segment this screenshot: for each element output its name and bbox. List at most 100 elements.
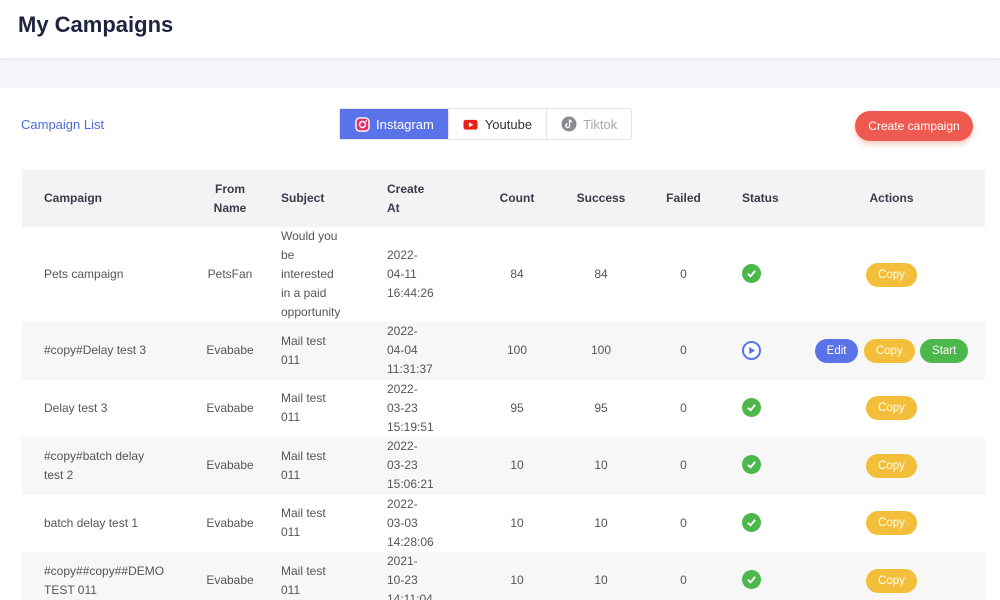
cell-actions: Copy bbox=[798, 437, 985, 495]
check-circle-icon bbox=[742, 264, 761, 283]
campaigns-table: Campaign From Name Subject Create At Cou… bbox=[22, 170, 985, 600]
cell-success: 10 bbox=[594, 458, 608, 473]
date-line: 04-04 bbox=[387, 343, 418, 358]
cell-from: Evababe bbox=[206, 573, 254, 588]
tab-youtube[interactable]: Youtube bbox=[448, 109, 548, 139]
date-line: 15:06:21 bbox=[387, 477, 434, 492]
date-line: 2022- bbox=[387, 439, 418, 454]
cell-campaign: batch delay test 1 bbox=[22, 495, 185, 553]
cell-count: 84 bbox=[510, 267, 524, 281]
check-circle-icon bbox=[742, 570, 761, 590]
date-line: 10-23 bbox=[387, 573, 418, 588]
tiktok-icon bbox=[561, 116, 577, 132]
header-success: Success bbox=[576, 191, 626, 205]
page-title: My Campaigns bbox=[18, 12, 174, 37]
instagram-icon bbox=[354, 116, 370, 132]
date-line: 2022- bbox=[387, 248, 418, 262]
cell-actions: Copy bbox=[798, 495, 985, 553]
campaigns-table-wrapper: Campaign From Name Subject Create At Cou… bbox=[22, 170, 985, 600]
cell-count: 10 bbox=[510, 515, 524, 530]
header-subject: Subject bbox=[281, 191, 325, 205]
cell-create-at: 2022- 03-03 14:28:06 bbox=[381, 495, 473, 553]
campaign-name-line: #copy##copy##DEMO bbox=[44, 563, 165, 578]
copy-button[interactable]: Copy bbox=[863, 338, 915, 363]
copy-button[interactable]: Copy bbox=[866, 453, 917, 478]
date-line: 14:28:06 bbox=[387, 534, 434, 549]
subject-line: 011 bbox=[281, 410, 301, 425]
cell-count: 95 bbox=[510, 400, 524, 415]
date-line: 04-11 bbox=[387, 267, 417, 281]
edit-button[interactable]: Edit bbox=[814, 338, 859, 363]
cell-count: 10 bbox=[510, 458, 524, 473]
header-status: Status bbox=[742, 191, 779, 205]
copy-button[interactable]: Copy bbox=[866, 262, 917, 287]
subject-line: Mail test bbox=[281, 391, 326, 406]
cell-subject: Mail test 011 bbox=[275, 552, 381, 600]
cell-status bbox=[726, 437, 798, 495]
copy-button[interactable]: Copy bbox=[866, 568, 917, 593]
cell-from: Evababe bbox=[206, 400, 254, 415]
cell-success: 100 bbox=[590, 343, 612, 358]
table-header-row: Campaign From Name Subject Create At Cou… bbox=[22, 170, 985, 227]
platform-tabs: Instagram Youtube Tiktok bbox=[339, 108, 633, 140]
cell-failed: 0 bbox=[680, 400, 687, 415]
cell-actions: Copy bbox=[798, 227, 985, 322]
header-create-line1: Create bbox=[387, 181, 425, 196]
start-button[interactable]: Start bbox=[920, 338, 969, 363]
date-line: 03-03 bbox=[387, 515, 418, 530]
table-row: Delay test 3 Evababe Mail test 011 2022-… bbox=[22, 379, 985, 438]
date-line: 03-23 bbox=[387, 458, 418, 473]
date-line: 11:31:37 bbox=[387, 362, 433, 377]
cell-count: 100 bbox=[506, 343, 528, 358]
tab-instagram[interactable]: Instagram bbox=[340, 109, 449, 139]
campaign-name-line: test 2 bbox=[44, 467, 74, 482]
header-failed: Failed bbox=[666, 191, 701, 205]
date-line: 14:11:04 bbox=[387, 592, 433, 600]
subject-line: Mail test bbox=[281, 333, 326, 348]
cell-success: 95 bbox=[594, 400, 608, 415]
cell-failed: 0 bbox=[680, 458, 687, 473]
date-line: 15:19:51 bbox=[387, 419, 434, 434]
date-line: 2022- bbox=[387, 324, 418, 339]
header-campaign: Campaign bbox=[44, 191, 103, 205]
tab-instagram-label: Instagram bbox=[376, 116, 434, 132]
date-line: 16:44:26 bbox=[387, 286, 434, 300]
subject-line: Mail test bbox=[281, 448, 326, 463]
subject-line: 011 bbox=[281, 352, 301, 367]
subject-line: 011 bbox=[281, 525, 301, 540]
cell-campaign: #copy##copy##DEMO TEST 011 bbox=[22, 552, 185, 600]
cell-subject: Mail test 011 bbox=[275, 322, 381, 380]
subject-line: 011 bbox=[281, 467, 301, 482]
cell-campaign: Delay test 3 bbox=[22, 380, 185, 438]
table-row: #copy#batch delay test 2 Evababe Mail te… bbox=[22, 437, 985, 495]
cell-subject: Mail test 011 bbox=[275, 495, 381, 553]
cell-failed: 0 bbox=[680, 267, 687, 281]
copy-button[interactable]: Copy bbox=[866, 511, 917, 536]
top-header: My Campaigns bbox=[0, 0, 1000, 58]
cell-actions: Edit Copy Start bbox=[798, 322, 985, 380]
cell-status bbox=[726, 322, 798, 380]
cell-campaign: Pets campaign bbox=[22, 227, 185, 322]
cell-actions: Copy bbox=[798, 552, 985, 600]
check-circle-icon bbox=[742, 512, 761, 532]
campaign-name-line: #copy#batch delay bbox=[44, 448, 145, 463]
play-circle-icon bbox=[742, 340, 761, 360]
campaign-name-line: #copy#Delay test 3 bbox=[44, 343, 147, 358]
cell-failed: 0 bbox=[680, 573, 687, 588]
campaign-name-line: Pets campaign bbox=[44, 267, 124, 281]
cell-campaign: #copy#Delay test 3 bbox=[22, 322, 185, 380]
tab-youtube-label: Youtube bbox=[484, 116, 533, 132]
campaign-name-line: TEST 011 bbox=[44, 582, 97, 597]
cell-from: Evababe bbox=[206, 458, 254, 473]
create-campaign-button[interactable]: Create campaign bbox=[855, 111, 973, 141]
cell-subject: Mail test 011 bbox=[275, 380, 381, 438]
date-line: 2021- bbox=[387, 554, 418, 569]
cell-subject: Mail test 011 bbox=[275, 437, 381, 495]
campaigns-panel: Campaign List Instagram Youtube Tiktok C… bbox=[0, 88, 1000, 600]
table-row: #copy##copy##DEMO TEST 011 Evababe Mail … bbox=[22, 552, 985, 600]
date-line: 2022- bbox=[387, 381, 418, 396]
copy-button[interactable]: Copy bbox=[866, 396, 917, 421]
campaign-list-link[interactable]: Campaign List bbox=[21, 117, 104, 132]
check-circle-icon bbox=[742, 455, 761, 475]
tab-tiktok[interactable]: Tiktok bbox=[547, 109, 632, 139]
